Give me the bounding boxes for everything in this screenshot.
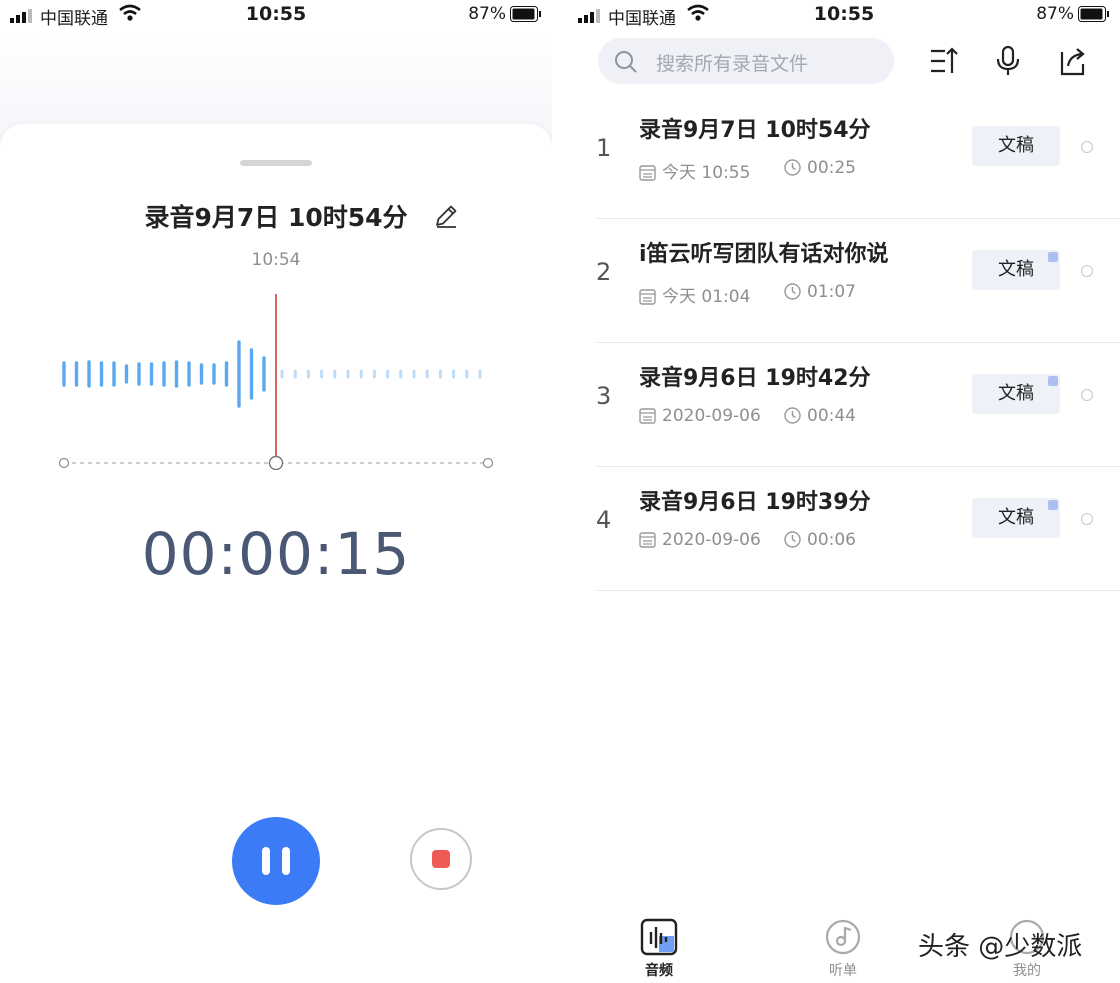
search-icon: [615, 51, 637, 73]
transcript-ready-badge: [1048, 500, 1058, 510]
recording-row[interactable]: 3 录音9月6日 19时42分 2020-09-06 00:44 文稿: [596, 342, 1120, 467]
row-duration-text: 00:44: [807, 406, 856, 426]
status-bar: 中国联通 10:55 87%: [0, 0, 552, 32]
row-date: 2020-09-06: [639, 406, 761, 426]
edit-pencil-icon[interactable]: [432, 202, 460, 230]
row-duration-text: 01:07: [807, 282, 856, 302]
pause-icon-bar: [282, 847, 290, 875]
pause-button[interactable]: [232, 817, 320, 905]
row-duration: 00:25: [784, 158, 856, 178]
row-title: 录音9月6日 19时39分: [639, 490, 871, 515]
transcript-ready-badge: [1048, 252, 1058, 262]
transcript-button[interactable]: 文稿: [972, 498, 1060, 538]
calendar-icon: [639, 165, 656, 181]
watermark: 头条 @少数派: [918, 932, 1083, 962]
recording-row[interactable]: 2 i笛云听写团队有话对你说今天 01:04 01:07 文稿: [596, 218, 1120, 343]
transcript-label: 文稿: [998, 259, 1034, 280]
library-screen: 中国联通 10:55 87% 搜索所有录音文件 1 录音9月7日 10时54分今天…: [568, 0, 1120, 983]
transcript-label: 文稿: [998, 383, 1034, 404]
clock-icon: [784, 159, 801, 176]
row-index: 1: [596, 134, 612, 162]
calendar-icon: [639, 408, 656, 424]
select-radio[interactable]: [1081, 141, 1093, 153]
timeline-start-marker: [58, 457, 70, 469]
select-radio[interactable]: [1081, 265, 1093, 277]
elapsed-timer: 00:00:15: [141, 520, 411, 588]
row-date-text: 2020-09-06: [662, 530, 761, 550]
battery-icon: [1078, 6, 1109, 22]
recording-row[interactable]: 4 录音9月6日 19时39分 2020-09-06 00:06 文稿: [596, 466, 1120, 591]
row-duration: 01:07: [784, 282, 856, 302]
search-input[interactable]: 搜索所有录音文件: [598, 38, 894, 84]
tab-audio[interactable]: 音频: [614, 908, 704, 980]
tab-label: 听单: [829, 963, 857, 979]
tab-label: 音频: [645, 963, 673, 979]
row-duration-text: 00:25: [807, 158, 856, 178]
row-date-text: 今天 01:04: [662, 287, 751, 307]
battery-icon: [510, 6, 541, 22]
transcript-ready-badge: [1048, 376, 1058, 386]
row-date-text: 今天 10:55: [662, 163, 751, 183]
row-title: i笛云听写团队有话对你说: [639, 242, 889, 267]
row-index: 2: [596, 258, 612, 286]
row-title: 录音9月6日 19时42分: [639, 366, 871, 391]
select-radio[interactable]: [1081, 389, 1093, 401]
music-disc-icon: [825, 919, 861, 955]
audio-icon: [640, 918, 678, 956]
microphone-icon[interactable]: [992, 44, 1024, 78]
row-title: 录音9月7日 10时54分: [639, 118, 871, 143]
tab-playlist[interactable]: 听单: [798, 908, 888, 980]
transcript-button[interactable]: 文稿: [972, 250, 1060, 290]
pause-icon: [262, 847, 270, 875]
row-index: 4: [596, 506, 612, 534]
sort-icon[interactable]: [928, 44, 960, 78]
calendar-icon: [639, 532, 656, 548]
tab-label: 我的: [1013, 963, 1041, 979]
playhead-handle: [268, 455, 284, 470]
clock-icon: [784, 531, 801, 548]
row-index: 3: [596, 382, 612, 410]
recording-title: 录音9月7日 10时54分: [144, 203, 408, 232]
clock-icon: [784, 283, 801, 300]
transcript-label: 文稿: [998, 135, 1034, 156]
stop-button[interactable]: [410, 828, 472, 890]
row-date: 2020-09-06: [639, 530, 761, 550]
transcript-label: 文稿: [998, 507, 1034, 528]
audio-waveform[interactable]: [0, 290, 552, 470]
battery-percent: 87%: [1036, 4, 1074, 24]
recording-row[interactable]: 1 录音9月7日 10时54分今天 10:55 00:25 文稿: [596, 94, 1120, 219]
drag-handle[interactable]: [240, 160, 312, 166]
clock-icon: [784, 407, 801, 424]
timeline-end-marker: [482, 457, 494, 469]
row-date-text: 2020-09-06: [662, 406, 761, 426]
transcript-button[interactable]: 文稿: [972, 374, 1060, 414]
row-duration-text: 00:06: [807, 530, 856, 550]
recorder-screen: 中国联通 10:55 87% 录音9月7日 10时54分 10:54 00:00…: [0, 0, 552, 983]
search-placeholder: 搜索所有录音文件: [656, 53, 809, 75]
stop-icon: [432, 850, 450, 868]
recording-start-time: 10:54: [251, 250, 301, 270]
status-bar: 中国联通 10:55 87%: [568, 0, 1120, 32]
import-share-icon[interactable]: [1056, 44, 1088, 78]
row-duration: 00:44: [784, 406, 856, 426]
row-duration: 00:06: [784, 530, 856, 550]
select-radio[interactable]: [1081, 513, 1093, 525]
row-date: 今天 10:55: [639, 158, 750, 183]
transcript-button[interactable]: 文稿: [972, 126, 1060, 166]
calendar-icon: [639, 289, 656, 305]
row-date: 今天 01:04: [639, 282, 750, 307]
battery-percent: 87%: [468, 4, 506, 24]
